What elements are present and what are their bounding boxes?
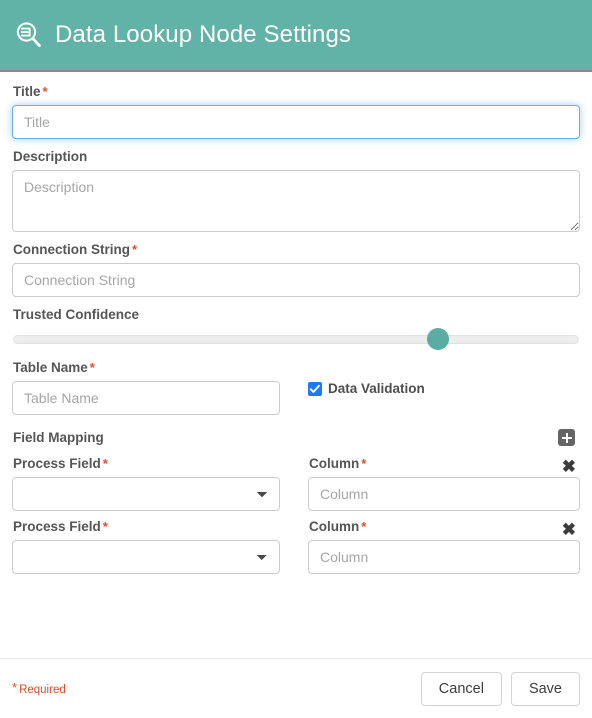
dialog-header: Data Lookup Node Settings <box>0 0 592 72</box>
column-field-group: Column * ✖ <box>308 519 580 574</box>
column-label: Column * <box>309 456 367 471</box>
connection-string-field-group: Connection String * <box>12 242 580 297</box>
table-name-field-group: Table Name * <box>12 360 280 415</box>
table-name-input[interactable] <box>12 381 280 415</box>
data-validation-label: Data Validation <box>328 381 425 396</box>
required-asterisk: * <box>361 456 367 471</box>
required-asterisk: * <box>132 242 138 257</box>
dialog-footer: * Required Cancel Save <box>0 658 592 718</box>
column-input[interactable] <box>308 540 580 574</box>
trusted-confidence-group: Trusted Confidence <box>12 307 580 350</box>
title-field-group: Title * <box>12 84 580 139</box>
description-label: Description <box>13 149 88 164</box>
title-input[interactable] <box>12 105 580 139</box>
column-field-group: Column * ✖ <box>308 456 580 511</box>
field-mapping-label: Field Mapping <box>13 429 104 445</box>
dialog-body: Title* Description Connection String* Tr… <box>0 72 592 658</box>
data-validation-checkbox[interactable] <box>308 382 322 396</box>
data-lookup-node-settings-dialog: Data Lookup Node Settings Title* Descrip… <box>0 0 592 718</box>
connection-string-label: Connection String * <box>13 242 138 257</box>
required-asterisk: * <box>12 679 18 695</box>
data-validation-group: Data Validation <box>308 360 580 396</box>
cancel-button[interactable]: Cancel <box>420 671 502 706</box>
footer-buttons: Cancel Save <box>420 671 580 706</box>
process-field-group: Process Field * <box>12 519 280 574</box>
trusted-confidence-slider[interactable] <box>12 328 580 350</box>
description-textarea[interactable] <box>12 170 580 232</box>
dialog-title: Data Lookup Node Settings <box>55 21 352 48</box>
process-field-select[interactable] <box>12 477 280 511</box>
table-name-validation-row: Table Name* Data Validation <box>12 360 580 415</box>
process-field-select[interactable] <box>12 540 280 574</box>
process-field-label: Process Field * <box>13 519 108 534</box>
required-asterisk: * <box>102 456 108 471</box>
slider-thumb[interactable] <box>427 328 449 350</box>
field-mapping-row: Process Field * Column * ✖ <box>12 519 580 574</box>
connection-string-input[interactable] <box>12 263 580 297</box>
data-validation-checkbox-row[interactable]: Data Validation <box>308 382 580 396</box>
description-field-group: Description <box>12 149 580 232</box>
required-asterisk: * <box>102 519 108 534</box>
add-field-mapping-icon[interactable] <box>558 429 575 446</box>
remove-field-mapping-icon[interactable]: ✖ <box>562 521 576 538</box>
required-asterisk: * <box>42 84 48 99</box>
title-label: Title * <box>13 84 48 99</box>
column-label: Column * <box>309 519 367 534</box>
search-data-icon <box>14 20 44 50</box>
slider-track <box>13 335 579 344</box>
process-field-label: Process Field * <box>13 456 108 471</box>
trusted-confidence-label: Trusted Confidence <box>13 307 140 322</box>
table-name-label: Table Name * <box>13 360 95 375</box>
remove-field-mapping-icon[interactable]: ✖ <box>562 458 576 475</box>
process-field-group: Process Field * <box>12 456 280 511</box>
required-asterisk: * <box>89 360 95 375</box>
required-asterisk: * <box>361 519 367 534</box>
field-mapping-header: Field Mapping <box>12 429 580 446</box>
field-mapping-row: Process Field * Column * ✖ <box>12 456 580 511</box>
required-note: * Required <box>12 679 66 696</box>
save-button[interactable]: Save <box>510 671 580 706</box>
column-input[interactable] <box>308 477 580 511</box>
